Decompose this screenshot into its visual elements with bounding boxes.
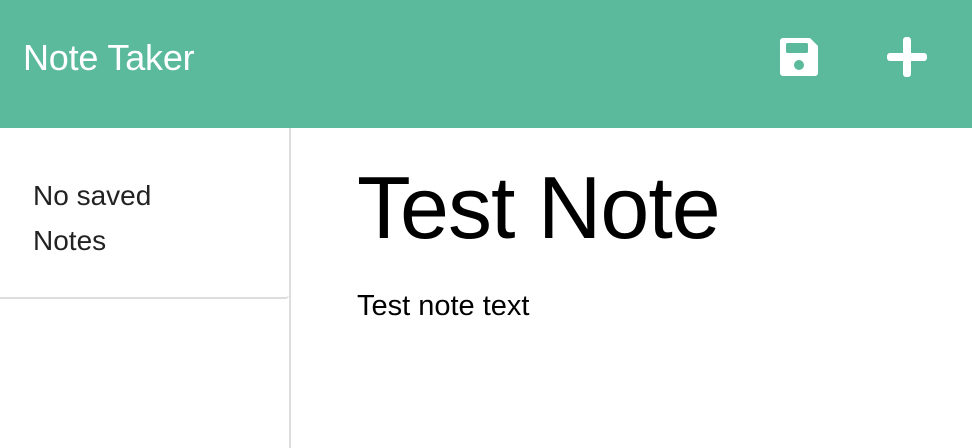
list-item: No saved Notes: [33, 180, 152, 256]
saved-notes-list: No saved Notes: [0, 128, 289, 299]
sidebar: No saved Notes: [0, 128, 291, 448]
note-text-input[interactable]: Test note text: [357, 286, 947, 426]
save-note-button[interactable]: [776, 34, 822, 80]
plus-icon: [887, 37, 927, 77]
note-editor: Test note text: [293, 128, 972, 448]
note-title-input[interactable]: [357, 156, 947, 260]
save-icon: [780, 38, 818, 76]
navbar: Note Taker: [0, 0, 972, 128]
note-taker-app: Note Taker No saved Notes Test note text: [0, 0, 972, 448]
brand-title[interactable]: Note Taker: [23, 36, 195, 80]
new-note-button[interactable]: [884, 34, 930, 80]
